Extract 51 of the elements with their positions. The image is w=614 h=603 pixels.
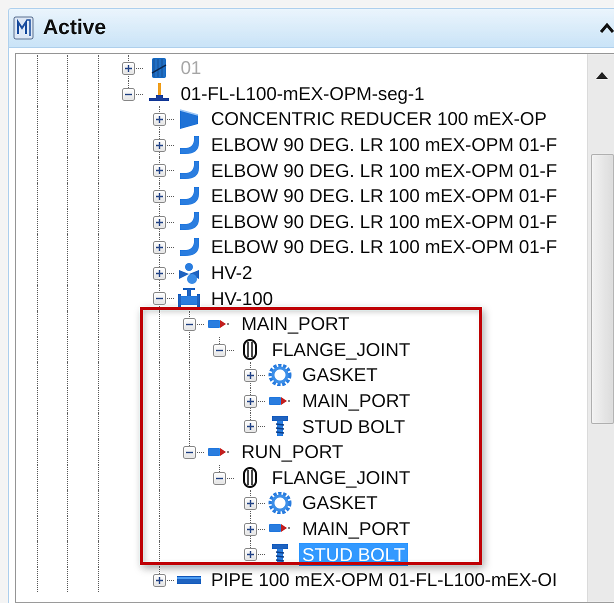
collapse-toggle-icon[interactable] [213, 344, 226, 357]
pipe-icon [176, 576, 201, 584]
collapse-toggle-icon[interactable] [213, 472, 226, 484]
tree-item[interactable]: STUD BOLT [299, 414, 408, 438]
tree-item[interactable]: MAIN_PORT [238, 312, 352, 336]
expand-toggle-icon[interactable] [122, 62, 136, 75]
scroll-up-icon[interactable] [596, 72, 608, 79]
scroll-thumb[interactable] [591, 154, 614, 424]
collapse-toggle-icon[interactable] [182, 318, 196, 331]
expand-toggle-icon[interactable] [244, 497, 257, 510]
expand-toggle-icon[interactable] [152, 266, 166, 280]
tree-item[interactable]: RUN_PORT [238, 440, 346, 464]
chevron-up-icon[interactable] [600, 22, 614, 34]
expand-toggle-icon[interactable] [152, 241, 166, 254]
tree-item[interactable]: ELBOW 90 DEG. LR 100 mEX-OPM 01-F [208, 210, 560, 233]
expand-toggle-icon[interactable] [152, 216, 166, 229]
gasket-icon [268, 364, 292, 386]
expand-toggle-icon[interactable] [244, 394, 257, 408]
tree-item[interactable]: HV-2 [208, 261, 256, 284]
collapse-toggle-icon[interactable] [122, 88, 136, 101]
expand-toggle-icon[interactable] [152, 113, 166, 126]
tree-item[interactable]: MAIN_PORT [299, 389, 414, 412]
expand-toggle-icon[interactable] [152, 164, 166, 178]
valve-icon [176, 287, 201, 310]
collapse-toggle-icon[interactable] [182, 446, 196, 459]
collapse-toggle-icon[interactable] [152, 292, 166, 306]
tree-item[interactable]: FLANGE_JOINT [268, 466, 414, 489]
tree-item[interactable]: FLANGE_JOINT [268, 338, 414, 361]
tree-item[interactable]: ELBOW 90 DEG. LR 100 mEX-OPM 01-F [208, 235, 560, 258]
tree-item[interactable]: CONCENTRIC REDUCER 100 mEX-OP [208, 107, 550, 130]
tree-item[interactable]: 01-FL-L100-mEX-OPM-seg-1 [178, 82, 428, 105]
tree-item[interactable]: ELBOW 90 DEG. LR 100 mEX-OPM 01-F [208, 133, 560, 156]
expand-toggle-icon[interactable] [244, 420, 257, 434]
tree-item[interactable]: PIPE 100 mEX-OPM 01-FL-L100-mEX-OI [208, 568, 560, 592]
valve-icon [176, 262, 201, 284]
app-icon [13, 16, 35, 40]
tree-item[interactable]: ELBOW 90 DEG. LR 100 mEX-OPM 01-F [208, 184, 560, 208]
scrollbar[interactable] [587, 54, 614, 602]
tree-item[interactable]: GASKET [299, 491, 381, 514]
expand-toggle-icon[interactable] [152, 574, 166, 587]
tree-item[interactable]: MAIN_PORT [299, 516, 414, 540]
panel-title: Active [43, 15, 106, 42]
expand-toggle-icon[interactable] [152, 190, 166, 203]
tree-item[interactable]: HV-100 [208, 286, 276, 310]
tree-item[interactable]: ELBOW 90 DEG. LR 100 mEX-OPM 01-F [208, 158, 560, 182]
expand-toggle-icon[interactable] [244, 548, 257, 562]
expand-toggle-icon[interactable] [244, 522, 257, 536]
expand-toggle-icon[interactable] [244, 369, 257, 382]
tree-item[interactable]: GASKET [299, 363, 381, 386]
gasket-icon [268, 492, 292, 514]
expand-toggle-icon[interactable] [152, 138, 166, 152]
